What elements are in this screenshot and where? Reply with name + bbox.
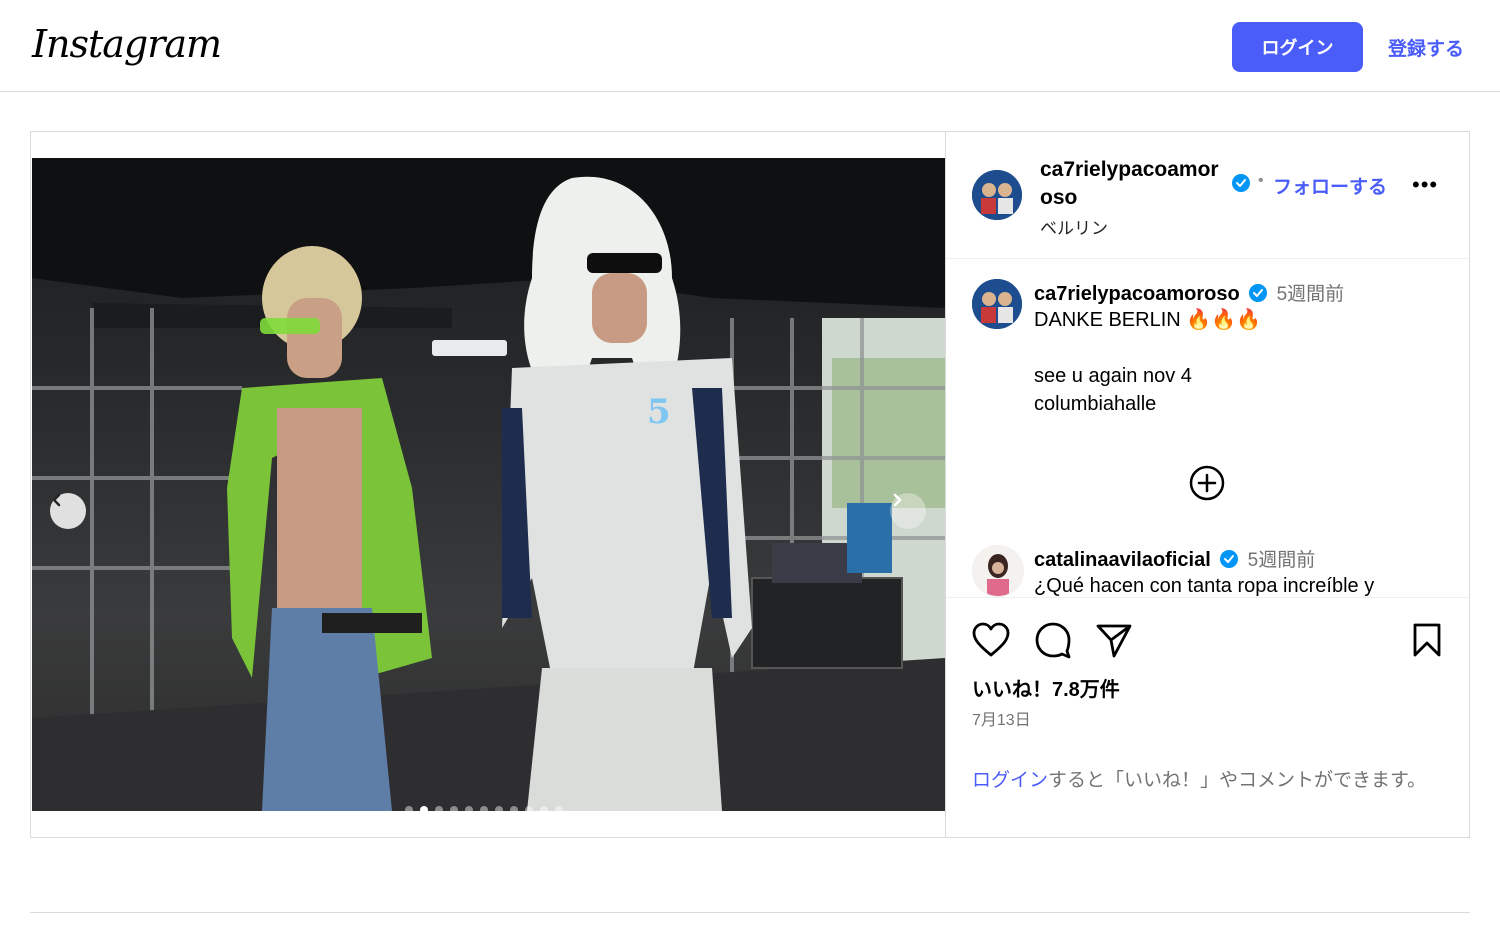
avatar-image [972,170,1022,220]
verified-badge-icon [1220,550,1239,568]
footer-divider [30,912,1470,913]
comment-text: ¿Qué hacen con tanta ropa increíble y [1034,575,1375,597]
avatar-image [973,546,1023,596]
follow-separator: • [1258,172,1264,189]
slide-dot [555,806,563,811]
save-button[interactable] [1412,622,1442,661]
like-count[interactable]: いいね！7.8万件 [972,673,1120,702]
post-sidebar: ca7rielypacoamoroso ベルリン • フォローする ••• ca… [945,132,1469,837]
slide-dot [495,806,503,811]
svg-text:5: 5 [647,392,671,432]
caption-line: DANKE BERLIN 🔥🔥🔥 [1034,309,1261,331]
login-prompt: ログインすると「いいね！」やコメントができます。 [972,766,1432,795]
author-info: ca7rielypacoamoroso ベルリン [1040,156,1230,239]
caption-time[interactable]: 5週間前 [1277,284,1345,305]
slide-dot [435,806,443,811]
comment-time[interactable]: 5週間前 [1248,550,1316,571]
slide-dot [540,806,548,811]
slide-dot [480,806,488,811]
plus-circle-icon [1189,465,1225,501]
chevron-right-icon [893,493,902,507]
caption-line: columbiahalle [1034,393,1157,415]
verified-badge-icon [1232,174,1250,192]
follow-button[interactable]: フォローする [1273,172,1387,199]
post-photo[interactable]: 5 [32,158,945,811]
comments-section: ca7rielypacoamoroso 5週間前 DANKE BERLIN 🔥🔥… [946,259,1469,597]
verified-badge-icon [1249,284,1268,302]
slide-indicator [405,806,563,811]
slide-dot [465,806,473,811]
slide-dot [405,806,413,811]
signup-link[interactable]: 登録する [1388,34,1464,61]
chevron-left-icon [52,493,61,507]
caption-line: see u again nov 4 [1034,365,1192,387]
post-actions: いいね！7.8万件 7月13日 ログインすると「いいね！」やコメントができます。 [946,597,1469,838]
slide-dot [510,806,518,811]
comment: catalinaavilaoficial 5週間前 ¿Qué hacen con… [1034,545,1454,597]
photo-illustration: 5 [32,158,945,811]
comment-handle[interactable]: catalinaavilaoficial [1034,549,1211,571]
post-header: ca7rielypacoamoroso ベルリン • フォローする ••• [946,132,1469,259]
prev-slide-button[interactable] [50,493,86,529]
post-media: 5 [31,132,945,837]
caption: ca7rielypacoamoroso 5週間前 DANKE BERLIN 🔥🔥… [1034,279,1454,418]
bookmark-icon [1413,623,1441,657]
paper-plane-icon [1096,624,1132,658]
top-bar: Instagram ログイン 登録する [0,0,1500,92]
avatar-image [972,279,1022,329]
comment-button[interactable] [1034,621,1072,662]
caption-avatar[interactable] [972,279,1022,329]
slide-dot [450,806,458,811]
more-options-button[interactable]: ••• [1412,174,1438,196]
post-location[interactable]: ベルリン [1040,214,1230,239]
instagram-logo[interactable]: Instagram [32,22,222,66]
caption-handle[interactable]: ca7rielypacoamoroso [1034,283,1240,305]
commenter-avatar[interactable] [972,545,1024,597]
slide-dot [525,806,533,811]
login-prompt-text: すると「いいね！」やコメントができます。 [1048,770,1427,791]
like-button[interactable] [972,622,1010,661]
slide-dot [420,806,428,811]
post-date[interactable]: 7月13日 [972,706,1031,730]
author-handle[interactable]: ca7rielypacoamoroso [1040,156,1230,212]
share-button[interactable] [1096,622,1132,661]
login-prompt-link[interactable]: ログイン [972,770,1048,791]
login-button[interactable]: ログイン [1232,22,1363,72]
next-slide-button[interactable] [890,493,926,529]
heart-icon [972,622,1010,657]
post-card: 5 ca7rielypacoamoroso ベルリン • フォローする ••• … [30,131,1470,838]
comment-icon [1035,622,1071,659]
load-more-comments-button[interactable] [1188,464,1226,502]
author-avatar[interactable] [972,170,1022,220]
